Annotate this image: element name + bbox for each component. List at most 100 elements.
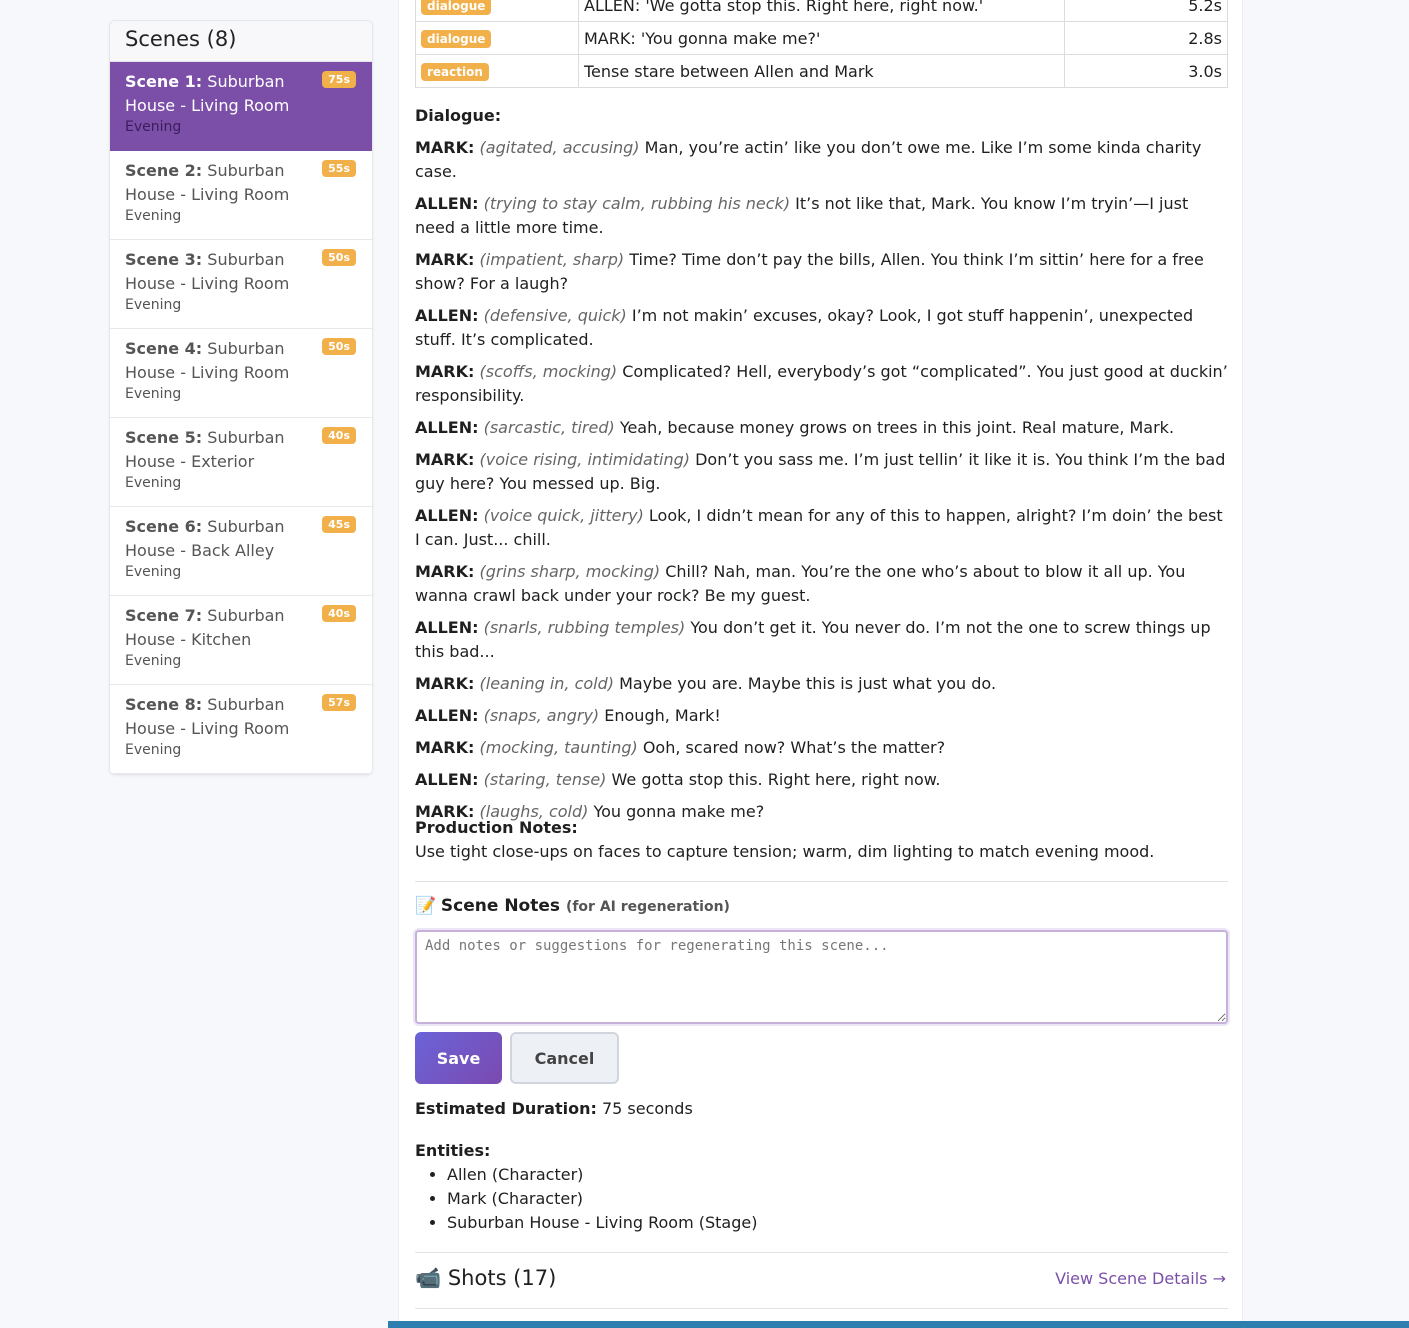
scene-item-5[interactable]: Scene 5: Suburban House - Exterior Evenin… xyxy=(110,418,372,507)
scene-time: Evening xyxy=(125,653,182,669)
speaker-name: ALLEN: xyxy=(415,194,479,213)
shot-description-cell: ALLEN: 'We gotta stop this. Right here, … xyxy=(578,0,1065,22)
scene-item-1[interactable]: Scene 1: Suburban House - Living Room Eve… xyxy=(110,62,372,151)
dialogue-line: ALLEN: (sarcastic, tired) Yeah, because … xyxy=(415,416,1228,440)
entities-label: Entities: xyxy=(415,1141,491,1160)
stage-direction: (trying to stay calm, rubbing his neck) xyxy=(483,194,791,213)
scene-item-2[interactable]: Scene 2: Suburban House - Living Room Eve… xyxy=(110,151,372,240)
scene-number: Scene 3: xyxy=(125,250,203,269)
shot-type-badge: reaction xyxy=(421,63,489,81)
scene-title: Scene 5: Suburban House - Exterior xyxy=(125,426,313,474)
view-scene-details-link[interactable]: View Scene Details → xyxy=(1055,1269,1226,1288)
speaker-name: MARK: xyxy=(415,674,475,693)
scene-notes-input[interactable] xyxy=(415,930,1228,1024)
speaker-name: MARK: xyxy=(415,362,475,381)
stage-direction: (voice quick, jittery) xyxy=(483,506,644,525)
estimated-duration: Estimated Duration: 75 seconds xyxy=(415,1099,693,1118)
stage-direction: (agitated, accusing) xyxy=(479,138,640,157)
dialogue-text: We gotta stop this. Right here, right no… xyxy=(611,770,941,789)
stage-direction: (leaning in, cold) xyxy=(479,674,615,693)
dialogue-line: MARK: (impatient, sharp) Time? Time don’… xyxy=(415,248,1228,296)
estimated-duration-value: 75 seconds xyxy=(601,1099,693,1118)
dialogue-line: MARK: (scoffs, mocking) Complicated? Hel… xyxy=(415,360,1228,408)
stage-direction: (mocking, taunting) xyxy=(479,738,638,757)
dialogue-text: Maybe you are. Maybe this is just what y… xyxy=(619,674,997,693)
production-notes: Production Notes: Use tight close-ups on… xyxy=(415,816,1228,864)
speaker-name: MARK: xyxy=(415,138,475,157)
dialogue-section: Dialogue: MARK: (agitated, accusing) Man… xyxy=(415,104,1228,824)
dialogue-line: ALLEN: (voice quick, jittery) Look, I di… xyxy=(415,504,1228,552)
speaker-name: MARK: xyxy=(415,250,475,269)
scene-title: Scene 4: Suburban House - Living Room xyxy=(125,337,313,385)
speaker-name: ALLEN: xyxy=(415,506,479,525)
stage-direction: (impatient, sharp) xyxy=(479,250,625,269)
scene-title: Scene 3: Suburban House - Living Room xyxy=(125,248,313,296)
scene-detail-panel: dialogue ALLEN: 'We gotta stop this. Righ… xyxy=(398,0,1243,1328)
shots-title: Shots (17) xyxy=(447,1266,557,1290)
dialogue-line: ALLEN: (defensive, quick) I’m not makin’… xyxy=(415,304,1228,352)
scene-item-6[interactable]: Scene 6: Suburban House - Back Alley Even… xyxy=(110,507,372,596)
dialogue-line: MARK: (leaning in, cold) Maybe you are. … xyxy=(415,672,1228,696)
estimated-duration-label: Estimated Duration: xyxy=(415,1099,597,1118)
stage-direction: (scoffs, mocking) xyxy=(479,362,618,381)
shot-description-cell: MARK: 'You gonna make me?' xyxy=(578,21,1065,55)
scene-notes-title: Scene Notes xyxy=(440,896,561,916)
save-button[interactable]: Save xyxy=(415,1032,502,1084)
bottom-bar xyxy=(388,1321,1409,1328)
dialogue-line: MARK: (grins sharp, mocking) Chill? Nah,… xyxy=(415,560,1228,608)
stage-direction: (staring, tense) xyxy=(483,770,607,789)
shot-type-cell: dialogue xyxy=(415,0,579,22)
entity-item: Suburban House - Living Room (Stage) xyxy=(447,1211,757,1235)
dialogue-label: Dialogue: xyxy=(415,106,502,125)
scene-time: Evening xyxy=(125,475,182,491)
scene-title: Scene 6: Suburban House - Back Alley xyxy=(125,515,313,563)
scene-item-3[interactable]: Scene 3: Suburban House - Living Room Eve… xyxy=(110,240,372,329)
duration-badge: 57s xyxy=(322,694,356,711)
scene-item-7[interactable]: Scene 7: Suburban House - Kitchen Evening… xyxy=(110,596,372,685)
dialogue-text: Yeah, because money grows on trees in th… xyxy=(619,418,1175,437)
speaker-name: ALLEN: xyxy=(415,706,479,725)
duration-badge: 45s xyxy=(322,516,356,533)
production-notes-label: Production Notes: xyxy=(415,818,578,837)
scene-list: Scene 1: Suburban House - Living Room Eve… xyxy=(110,62,372,774)
shot-type-badge: dialogue xyxy=(421,0,492,15)
shots-heading: 📹 Shots (17) xyxy=(415,1266,556,1291)
divider xyxy=(415,1252,1228,1253)
shot-duration-cell: 5.2s xyxy=(1064,0,1228,22)
divider xyxy=(415,1308,1228,1309)
scene-time: Evening xyxy=(125,119,182,135)
scene-number: Scene 4: xyxy=(125,339,203,358)
speaker-name: ALLEN: xyxy=(415,418,479,437)
shot-type-cell: reaction xyxy=(415,54,579,88)
stage-direction: (snaps, angry) xyxy=(483,706,600,725)
speaker-name: ALLEN: xyxy=(415,618,479,637)
scene-title: Scene 8: Suburban House - Living Room xyxy=(125,693,313,741)
stage-direction: (snarls, rubbing temples) xyxy=(483,618,686,637)
scene-number: Scene 1: xyxy=(125,72,203,91)
production-notes-text: Use tight close-ups on faces to capture … xyxy=(415,842,1155,861)
duration-badge: 50s xyxy=(322,249,356,266)
scenes-sidebar: Scenes (8) Scene 1: Suburban House - Liv… xyxy=(109,20,373,775)
speaker-name: MARK: xyxy=(415,738,475,757)
cancel-button[interactable]: Cancel xyxy=(510,1032,619,1084)
scene-number: Scene 6: xyxy=(125,517,203,536)
entity-item: Allen (Character) xyxy=(447,1163,757,1187)
scene-time: Evening xyxy=(125,742,182,758)
duration-badge: 50s xyxy=(322,338,356,355)
dialogue-line: ALLEN: (snarls, rubbing temples) You don… xyxy=(415,616,1228,664)
divider xyxy=(415,881,1228,882)
table-row: dialogue MARK: 'You gonna make me?' 2.8s xyxy=(415,21,1228,55)
shot-description-cell: Tense stare between Allen and Mark xyxy=(578,54,1065,88)
speaker-name: MARK: xyxy=(415,562,475,581)
table-row: dialogue ALLEN: 'We gotta stop this. Righ… xyxy=(415,0,1228,22)
shot-type-badge: dialogue xyxy=(421,30,492,48)
camera-icon: 📹 xyxy=(415,1266,442,1290)
scene-time: Evening xyxy=(125,297,182,313)
scene-title: Scene 1: Suburban House - Living Room xyxy=(125,70,313,118)
scene-item-8[interactable]: Scene 8: Suburban House - Living Room Eve… xyxy=(110,685,372,774)
scene-number: Scene 7: xyxy=(125,606,203,625)
dialogue-line: MARK: (mocking, taunting) Ooh, scared no… xyxy=(415,736,1228,760)
scene-item-4[interactable]: Scene 4: Suburban House - Living Room Eve… xyxy=(110,329,372,418)
scene-time: Evening xyxy=(125,386,182,402)
entity-item: Mark (Character) xyxy=(447,1187,757,1211)
